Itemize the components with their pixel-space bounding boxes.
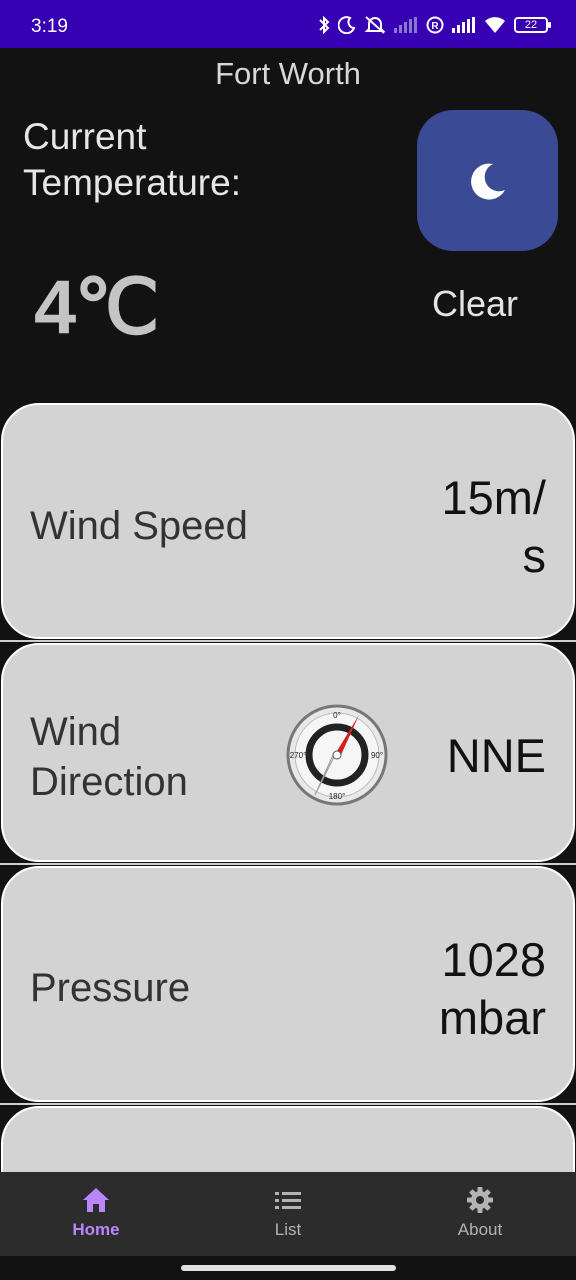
compass-mark-e: 90° — [371, 751, 383, 760]
weather-condition-tile — [417, 110, 558, 251]
divider — [0, 640, 576, 642]
current-temperature-label: Current Temperature: — [23, 116, 241, 203]
wind-speed-value-line1: 15m/ — [441, 471, 547, 524]
battery-level: 22 — [524, 19, 538, 31]
divider — [0, 863, 576, 865]
nav-list-label: List — [274, 1220, 302, 1239]
status-icons: R 22 — [318, 14, 551, 36]
gesture-handle[interactable] — [181, 1265, 396, 1271]
nav-about[interactable]: About — [384, 1172, 576, 1256]
status-bar: 3:19 R 22 — [0, 0, 576, 48]
registered-icon: R — [426, 16, 444, 34]
compass-mark-s: 180° — [329, 792, 346, 801]
pressure-value: 1028 mbar — [439, 931, 546, 1047]
wind-direction-card: Wind Direction 0° 90° 180° 270° NNE — [1, 643, 575, 862]
bottom-navigation: Home List About — [0, 1172, 576, 1256]
wind-speed-value-line2: s — [522, 529, 547, 582]
compass-mark-w: 270° — [290, 751, 307, 760]
city-name: Fort Worth — [215, 56, 361, 91]
svg-text:R: R — [431, 21, 439, 32]
wind-speed-value: 15m/ s — [442, 469, 547, 585]
pressure-card: Pressure 1028 mbar — [1, 866, 575, 1102]
pressure-value-line2: mbar — [438, 991, 546, 1044]
signal-icon — [452, 17, 475, 33]
compass-mark-n: 0° — [333, 711, 341, 720]
moon-icon — [470, 163, 505, 200]
battery-icon: 22 — [514, 17, 551, 33]
home-icon — [83, 1188, 109, 1212]
condition-text: Clear — [431, 283, 519, 324]
wind-speed-label: Wind Speed — [30, 504, 248, 548]
divider — [0, 1103, 576, 1105]
pressure-label: Pressure — [30, 966, 191, 1010]
status-time: 3:19 — [31, 16, 68, 37]
nav-list[interactable]: List — [192, 1172, 384, 1256]
wind-direction-value: NNE — [446, 729, 546, 782]
compass-icon: 0° 90° 180° 270° — [286, 704, 388, 806]
signal-icon — [394, 17, 417, 33]
wind-speed-card: Wind Speed 15m/ s — [1, 403, 575, 639]
wifi-icon — [485, 17, 505, 33]
temperature-value: 4℃ — [34, 265, 160, 350]
wind-direction-label-line1: Wind — [30, 710, 122, 754]
silent-icon — [364, 16, 386, 34]
nav-home[interactable]: Home — [0, 1172, 192, 1256]
bluetooth-icon — [319, 15, 330, 35]
nav-about-label: About — [457, 1220, 503, 1239]
pressure-value-line1: 1028 — [441, 933, 546, 986]
wind-direction-label-line2: Direction — [30, 760, 188, 804]
list-icon — [275, 1192, 301, 1209]
wind-direction-label: Wind Direction — [30, 707, 188, 807]
gear-icon — [467, 1187, 493, 1213]
moon-dnd-icon — [338, 16, 356, 34]
nav-home-label: Home — [72, 1220, 120, 1239]
